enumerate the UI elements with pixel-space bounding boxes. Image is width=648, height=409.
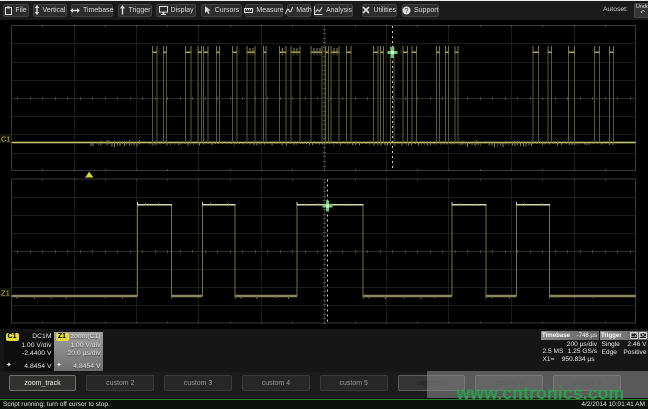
svg-text:Z1: Z1 xyxy=(1,288,10,297)
svg-text:?: ? xyxy=(405,8,409,15)
svg-text:C1: C1 xyxy=(1,134,11,143)
